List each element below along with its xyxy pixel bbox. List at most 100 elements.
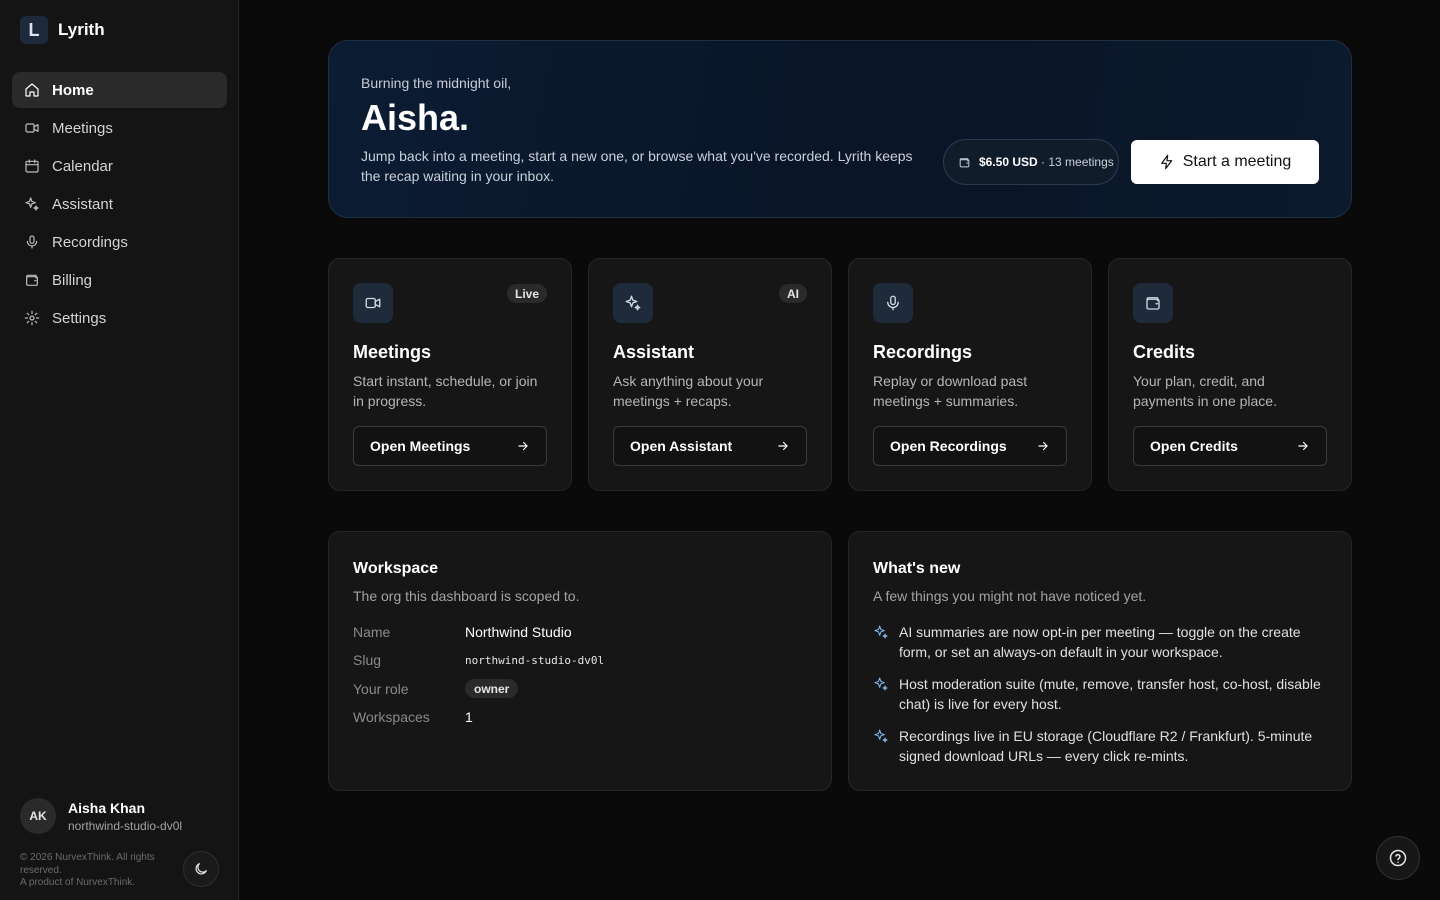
arrow-right-icon [518,441,528,451]
workspace-name-row: Name Northwind Studio [353,624,572,640]
sidebar-item-label: Calendar [52,157,113,175]
sidebar-item-label: Settings [52,309,107,327]
credit-balance-text: $6.50 USD · 13 meetings [979,154,1114,170]
panel-title: Workspace [353,560,439,577]
field-label: Name [353,624,391,640]
workspace-panel: Workspace The org this dashboard is scop… [328,531,832,791]
arrow-right-icon [1298,441,1308,451]
sidebar-item-label: Recordings [52,233,128,251]
credit-amount: $6.50 USD [979,155,1038,169]
sidebar-item-calendar[interactable]: Calendar [12,148,227,184]
card-title: Meetings [353,342,432,362]
user-name: Aisha Khan [68,799,146,816]
open-assistant-button[interactable]: Open Assistant [613,426,807,466]
sidebar-item-recordings[interactable]: Recordings [12,224,227,260]
workspace-count-value: 1 [465,709,473,725]
lightning-icon [1160,154,1173,170]
news-text: AI summaries are now opt-in per meeting … [899,624,1301,660]
video-icon [365,297,381,309]
field-label: Your role [353,680,409,697]
credit-meetings: · 13 meetings [1041,155,1114,169]
ai-badge: AI [779,284,807,303]
card-icon-box [613,283,653,323]
wallet-icon [959,157,970,167]
button-label: Open Assistant [630,438,733,454]
start-meeting-button[interactable]: Start a meeting [1131,140,1319,184]
sparkles-icon [625,295,641,311]
field-label: Slug [353,652,382,668]
user-info: Aisha Khan northwind-studio-dv0l [68,800,182,833]
card-icon-box [1133,283,1173,323]
card-title: Recordings [873,342,973,362]
help-button[interactable] [1376,836,1420,880]
sparkle-icon [874,729,888,743]
sidebar: L Lyrith Home Meetings Calendar Assistan… [0,0,239,900]
card-title: Assistant [613,342,695,362]
live-badge: Live [506,284,547,303]
hero-banner: Burning the midnight oil, Aisha. Jump ba… [328,40,1352,218]
sparkle-icon [874,625,888,639]
sidebar-item-meetings[interactable]: Meetings [12,110,227,146]
role-badge: owner [465,679,519,698]
card-recordings: Recordings Replay or download past meeti… [848,258,1092,491]
sidebar-item-assistant[interactable]: Assistant [12,186,227,222]
copyright-text: © 2026 NurvexThink. All rights reserved. [20,852,155,876]
sidebar-item-label: Billing [52,271,93,289]
sidebar-item-home[interactable]: Home [12,72,227,108]
workspace-slug-row: Slug northwind-studio-dv0l [353,652,604,668]
wallet-icon [1146,297,1160,310]
card-credits: Credits Your plan, credit, and payments … [1108,258,1352,491]
open-recordings-button[interactable]: Open Recordings [873,426,1067,466]
sidebar-item-billing[interactable]: Billing [12,262,227,298]
whats-new-panel: What's new A few things you might not ha… [848,531,1352,791]
video-icon [25,123,39,133]
news-text: Recordings live in EU storage (Cloudflar… [899,728,1313,764]
workspace-name-value: Northwind Studio [465,624,572,640]
user-workspace-slug: northwind-studio-dv0l [68,818,183,833]
workspace-slug-value: northwind-studio-dv0l [465,653,605,667]
sparkles-icon [25,197,39,211]
product-credit-text: A product of NurvexThink. [20,877,136,888]
news-item: Host moderation suite (mute, remove, tra… [873,674,1333,714]
news-item: Recordings live in EU storage (Cloudflar… [873,726,1333,766]
card-description: Your plan, credit, and payments in one p… [1133,373,1277,409]
sidebar-footer: © 2026 NurvexThink. All rights reserved.… [20,852,170,890]
calendar-icon [25,159,39,173]
brand-name: Lyrith [58,20,105,39]
sparkle-icon [874,677,888,691]
field-label: Workspaces [353,709,430,725]
brand-logo-letter: L [28,19,40,40]
card-description: Start instant, schedule, or join in prog… [353,373,538,409]
panel-subtitle: A few things you might not have noticed … [873,588,1147,604]
news-text: Host moderation suite (mute, remove, tra… [899,676,1321,712]
arrow-right-icon [778,441,788,451]
card-icon-box [873,283,913,323]
hero-description: Jump back into a meeting, start a new on… [361,148,913,184]
sidebar-item-label: Meetings [52,119,113,137]
sidebar-item-settings[interactable]: Settings [12,300,227,336]
mic-icon [26,235,38,249]
user-profile[interactable]: AK Aisha Khan northwind-studio-dv0l [20,798,182,834]
gear-icon [24,310,40,326]
button-label: Open Credits [1150,438,1238,454]
workspace-count-row: Workspaces 1 [353,709,473,725]
mic-icon [887,295,899,311]
home-icon [25,83,39,97]
sidebar-nav: Home Meetings Calendar Assistant Recordi… [12,72,227,338]
card-icon-box [353,283,393,323]
card-description: Replay or download past meetings + summa… [873,373,1028,409]
theme-toggle-button[interactable] [183,851,219,887]
moon-icon [195,863,207,875]
avatar: AK [20,798,56,834]
start-meeting-label: Start a meeting [1182,153,1292,170]
open-credits-button[interactable]: Open Credits [1133,426,1327,466]
arrow-right-icon [1038,441,1048,451]
credit-balance-pill[interactable]: $6.50 USD · 13 meetings [943,139,1119,185]
card-title: Credits [1133,342,1196,362]
wallet-icon [26,274,38,286]
button-label: Open Meetings [370,438,471,454]
panel-title: What's new [873,560,961,577]
open-meetings-button[interactable]: Open Meetings [353,426,547,466]
sidebar-item-label: Assistant [52,195,113,213]
brand[interactable]: L Lyrith [20,16,105,44]
